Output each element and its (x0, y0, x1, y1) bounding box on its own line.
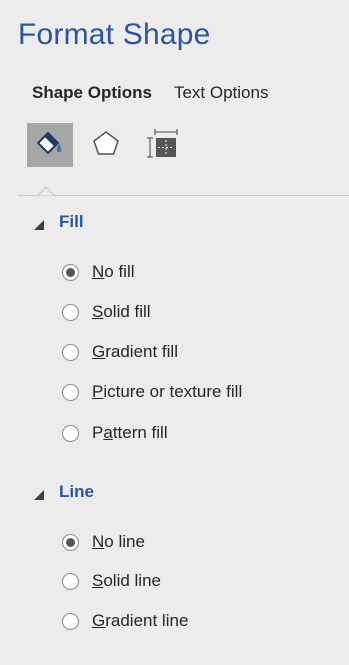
radio-gradient-fill[interactable]: Gradient fill (62, 342, 178, 362)
radio-label: Solid fill (92, 302, 151, 321)
effects-icon (91, 129, 121, 162)
radio-button[interactable] (62, 572, 79, 590)
category-icon-row (27, 123, 195, 167)
radio-label: No fill (92, 262, 135, 281)
radio-no-line[interactable]: No line (62, 532, 145, 552)
collapse-triangle-icon (33, 486, 45, 500)
radio-button[interactable] (62, 303, 79, 321)
format-shape-pane: Format Shape Shape Options Text Options (0, 0, 349, 665)
effects-button[interactable] (83, 123, 129, 167)
tab-text-options[interactable]: Text Options (174, 83, 269, 103)
options-tabs: Shape Options Text Options (32, 82, 268, 104)
line-section-header[interactable]: Line (33, 482, 94, 502)
radio-button[interactable] (62, 343, 79, 361)
radio-button[interactable] (62, 424, 79, 442)
radio-gradient-line[interactable]: Gradient line (62, 611, 188, 631)
fill-line-icon (33, 128, 67, 163)
radio-label: No line (92, 532, 145, 551)
radio-label: Gradient fill (92, 342, 178, 361)
radio-button[interactable] (62, 612, 79, 630)
fill-section-header[interactable]: Fill (33, 212, 84, 232)
radio-pattern-fill[interactable]: Pattern fill (62, 423, 168, 443)
radio-solid-line[interactable]: Solid line (62, 571, 161, 591)
radio-button[interactable] (62, 263, 79, 281)
tab-shape-options[interactable]: Shape Options (32, 83, 152, 103)
radio-label: Solid line (92, 571, 161, 590)
selected-pointer (38, 186, 54, 196)
size-properties-icon (146, 128, 178, 163)
radio-solid-fill[interactable]: Solid fill (62, 302, 151, 322)
radio-button[interactable] (62, 533, 79, 551)
radio-no-fill[interactable]: No fill (62, 262, 135, 282)
collapse-triangle-icon (33, 216, 45, 230)
section-divider (18, 195, 349, 196)
fill-section-label: Fill (59, 212, 84, 231)
radio-picture-texture-fill[interactable]: Picture or texture fill (62, 382, 242, 402)
fill-line-button[interactable] (27, 123, 73, 167)
size-properties-button[interactable] (139, 123, 185, 167)
line-section-label: Line (59, 482, 94, 501)
radio-label: Pattern fill (92, 423, 168, 442)
radio-label: Picture or texture fill (92, 382, 243, 401)
radio-button[interactable] (62, 383, 79, 401)
radio-label: Gradient line (92, 611, 189, 630)
pane-title: Format Shape (18, 18, 211, 51)
